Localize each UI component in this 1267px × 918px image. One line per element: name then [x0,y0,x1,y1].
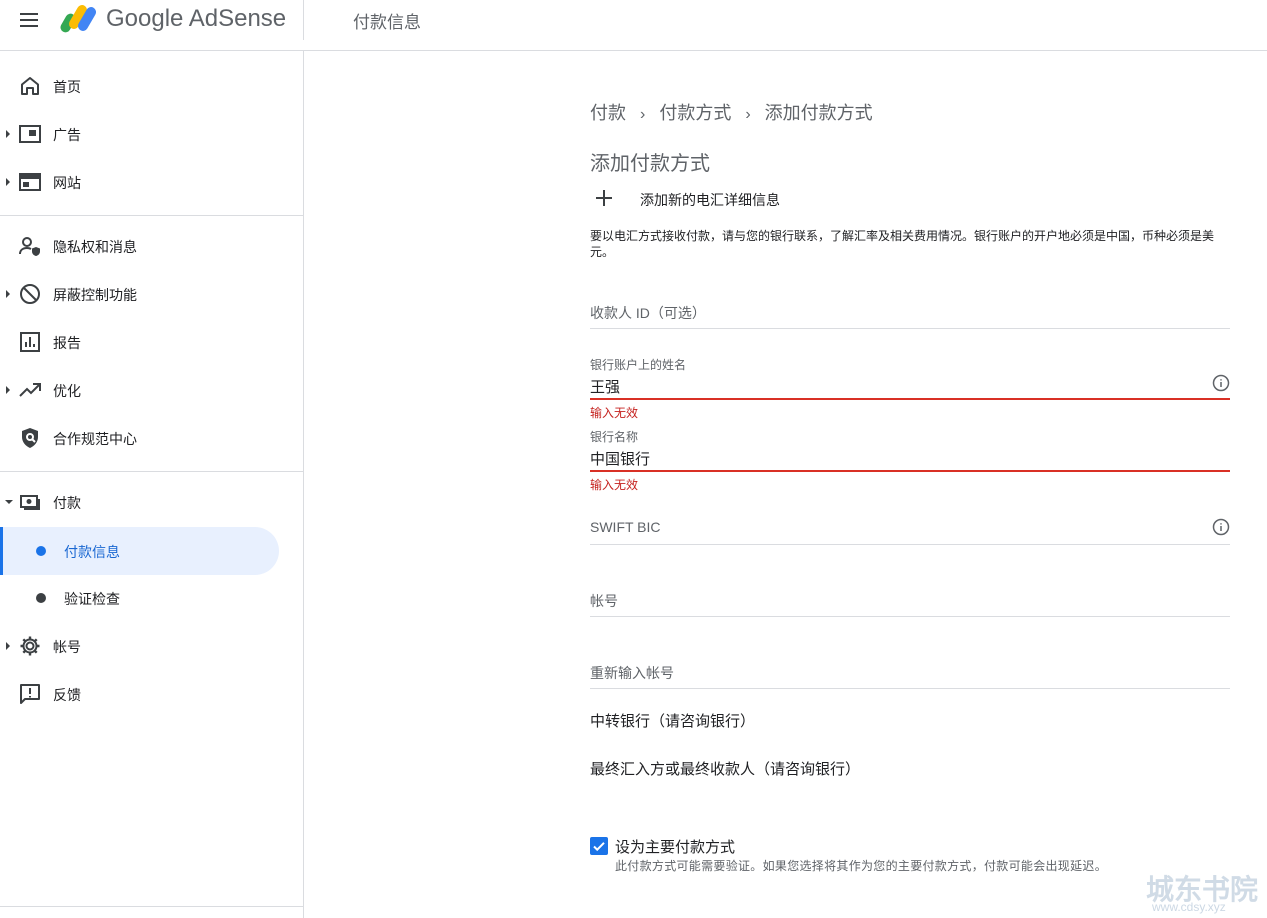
chevron-right-icon: › [640,106,646,123]
wire-transfer-notice: 要以电汇方式接收付款，请与您的银行联系，了解汇率及相关费用情况。银行账户的开户地… [590,229,1215,259]
primary-payment-hint: 此付款方式可能需要验证。如果您选择将其作为您的主要付款方式，付款可能会出现延迟。 [615,859,1108,873]
sidebar-item-reports[interactable]: 报告 [0,318,280,366]
reports-icon [20,332,40,352]
feedback-icon [20,684,40,704]
final-beneficiary-link[interactable]: 最终汇入方或最终收款人（请咨询银行） [590,758,860,779]
sidebar-item-blocking[interactable]: 屏蔽控制功能 [0,270,280,318]
bullet-icon [36,593,46,603]
sidebar-subitem-verification[interactable]: 验证检查 [0,574,279,622]
sidebar-nav: 首页 广告 网站 隐私权和消息 屏蔽控制功能 报告 优化 合作规范中心 付款 付… [0,51,304,918]
sidebar-item-label: 广告 [53,127,81,143]
payee-id-field[interactable]: 收款人 ID（可选） [590,300,1230,330]
account-name-field[interactable]: 银行账户上的姓名 王强 输入无效 [590,354,1230,420]
sidebar-item-privacy[interactable]: 隐私权和消息 [0,222,280,270]
sidebar-item-label: 隐私权和消息 [53,239,137,255]
field-underline-error [590,398,1230,400]
bank-name-field[interactable]: 银行名称 中国银行 输入无效 [590,426,1230,492]
block-icon [20,284,40,304]
sidebar-item-payments[interactable]: 付款 [0,478,280,526]
payee-id-placeholder: 收款人 ID（可选） [590,305,706,321]
sidebar-subitem-label: 验证检查 [64,591,120,607]
field-underline-error [590,470,1230,472]
sidebar-item-label: 首页 [53,79,81,95]
hamburger-menu-icon[interactable] [18,10,42,30]
caret-right-icon [6,290,10,298]
bank-name-value: 中国银行 [590,451,651,468]
bank-name-error: 输入无效 [590,478,639,492]
section-title: 添加付款方式 [590,153,710,175]
sidebar-item-label: 报告 [53,335,81,351]
info-icon[interactable] [1212,374,1230,392]
sidebar-item-account[interactable]: 帐号 [0,622,280,670]
caret-right-icon [6,178,10,186]
watermark-url: www.cdsy.xyz [1152,900,1226,914]
account-name-value: 王强 [590,379,621,396]
home-icon [21,77,39,95]
header-divider [303,0,304,40]
policy-icon [22,428,38,448]
sidebar-divider [0,906,303,907]
ads-icon [19,125,41,143]
primary-payment-label: 设为主要付款方式 [615,839,736,856]
sidebar-item-policy-center[interactable]: 合作规范中心 [0,414,280,462]
chevron-right-icon: › [745,106,751,123]
page-title: 付款信息 [353,13,421,32]
account-number-placeholder: 帐号 [590,593,618,609]
swift-bic-placeholder: SWIFT BIC [590,519,661,535]
sidebar-item-label: 网站 [53,175,81,191]
breadcrumb-add-payment-method: 添加付款方式 [764,103,873,123]
sidebar-divider [0,471,303,472]
sidebar-subitem-payment-info[interactable]: 付款信息 [0,527,279,575]
optimize-icon [19,383,41,397]
swift-bic-field[interactable]: SWIFT BIC [590,516,1230,546]
breadcrumb-payment-methods[interactable]: 付款方式 [659,103,731,123]
bank-name-label: 银行名称 [590,430,639,444]
sidebar-item-feedback[interactable]: 反馈 [0,670,280,718]
caret-right-icon [6,130,10,138]
account-name-error: 输入无效 [590,406,639,420]
account-number-confirm-field[interactable]: 重新输入帐号 [590,660,1230,690]
privacy-icon [19,237,40,256]
field-underline [590,616,1230,617]
account-number-field[interactable]: 帐号 [590,588,1230,618]
checkmark-icon [593,842,605,852]
top-app-bar: Google AdSense 付款信息 [0,0,1267,51]
account-name-label: 银行账户上的姓名 [590,358,687,372]
sites-icon [19,173,41,191]
bullet-icon [36,546,46,556]
adsense-logo-icon [60,5,96,33]
caret-right-icon [6,386,10,394]
info-icon[interactable] [1212,518,1230,536]
field-underline [590,688,1230,689]
sidebar-item-sites[interactable]: 网站 [0,158,280,206]
account-number-confirm-placeholder: 重新输入帐号 [590,665,674,681]
field-underline [590,544,1230,545]
caret-right-icon [6,642,10,650]
gear-icon [20,636,40,656]
caret-down-icon [5,500,13,504]
sidebar-divider [0,215,303,216]
intermediary-bank-link[interactable]: 中转银行（请咨询银行） [590,710,755,731]
sidebar-item-label: 反馈 [53,687,81,703]
sidebar-subitem-label: 付款信息 [64,544,120,560]
sidebar-item-optimize[interactable]: 优化 [0,366,280,414]
sidebar-item-label: 帐号 [53,639,81,655]
brand-name: Google AdSense [106,5,287,32]
breadcrumb: 付款 › 付款方式 › 添加付款方式 [590,99,873,125]
breadcrumb-payments[interactable]: 付款 [590,103,626,123]
sidebar-item-label: 合作规范中心 [53,431,137,447]
plus-icon [596,190,612,206]
sidebar-item-home[interactable]: 首页 [0,62,280,110]
sidebar-item-ads[interactable]: 广告 [0,110,280,158]
sidebar-item-label: 优化 [53,383,81,399]
payments-icon [20,495,40,510]
primary-payment-checkbox[interactable] [590,837,608,855]
add-new-wire-details-label: 添加新的电汇详细信息 [640,192,780,208]
sidebar-item-label: 付款 [53,495,81,511]
sidebar-item-label: 屏蔽控制功能 [53,287,137,303]
field-underline [590,328,1230,329]
